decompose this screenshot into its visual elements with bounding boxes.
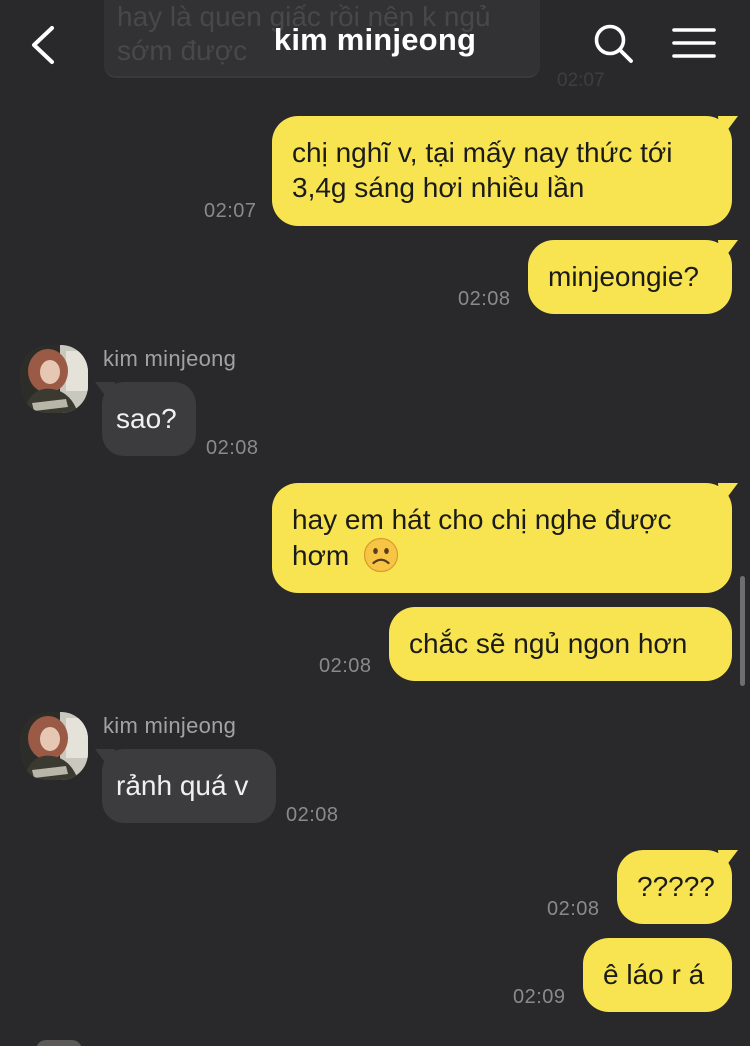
message-time: 02:08 — [286, 804, 339, 826]
outgoing-message-bubble[interactable]: chị nghĩ v, tại mấy nay thức tới 3,4g sá… — [272, 116, 732, 226]
bubble-tail — [718, 850, 738, 874]
frowning-face-emoji — [363, 537, 399, 573]
avatar-photo — [20, 712, 88, 780]
sender-avatar[interactable] — [20, 712, 88, 780]
message-text-line: ????? — [637, 871, 715, 902]
message-text-line: rảnh quá v — [116, 770, 249, 801]
message-text-line: sao? — [116, 403, 177, 434]
incoming-message-bubble[interactable]: rảnh quá v — [102, 749, 276, 823]
hamburger-menu-icon — [672, 28, 716, 58]
bubble-tail — [718, 116, 738, 140]
incoming-message-bubble[interactable]: sao? — [102, 382, 196, 456]
message-time: 02:08 — [547, 898, 600, 920]
search-button[interactable] — [592, 22, 636, 66]
bubble-tail — [718, 240, 738, 264]
message-text-line: ê láo r á — [603, 959, 705, 990]
sender-name: kim minjeong — [103, 713, 237, 738]
message-text-line: chắc sẽ ngủ ngon hơn — [409, 628, 688, 659]
search-icon — [594, 24, 633, 63]
avatar-photo — [20, 345, 88, 413]
sender-name: kim minjeong — [103, 346, 237, 371]
message-text-line: hay em hát cho chị nghe được — [292, 504, 672, 535]
message-text-line: 3,4g sáng hơi nhiều lần — [292, 172, 585, 203]
message-text-line: hơm — [292, 537, 712, 573]
message-time: 02:07 — [204, 200, 257, 222]
bubble-tail — [718, 483, 738, 507]
message-time: 02:08 — [319, 655, 372, 677]
outgoing-message-bubble[interactable]: ê láo r á — [583, 938, 732, 1012]
message-time: 02:09 — [513, 986, 566, 1008]
chat-screen: hay là quen giấc rồi nên k ngủ sớm được … — [0, 0, 750, 1046]
chat-title: kim minjeong — [273, 22, 477, 57]
message-text-line: minjeongie? — [548, 261, 699, 292]
sender-avatar[interactable] — [20, 345, 88, 413]
message-text-line: chị nghĩ v, tại mấy nay thức tới — [292, 137, 673, 168]
outgoing-message-bubble[interactable]: ????? — [617, 850, 732, 924]
chat-header: kim minjeong — [0, 0, 750, 88]
outgoing-message-bubble[interactable]: minjeongie? — [528, 240, 732, 314]
message-time: 02:08 — [206, 437, 259, 459]
scroll-indicator[interactable] — [740, 576, 745, 686]
menu-button[interactable] — [670, 24, 718, 64]
next-avatar-partial — [36, 1040, 82, 1046]
message-time: 02:08 — [458, 288, 511, 310]
outgoing-message-bubble[interactable]: chắc sẽ ngủ ngon hơn — [389, 607, 732, 681]
outgoing-message-bubble[interactable]: hay em hát cho chị nghe được hơm — [272, 483, 732, 593]
